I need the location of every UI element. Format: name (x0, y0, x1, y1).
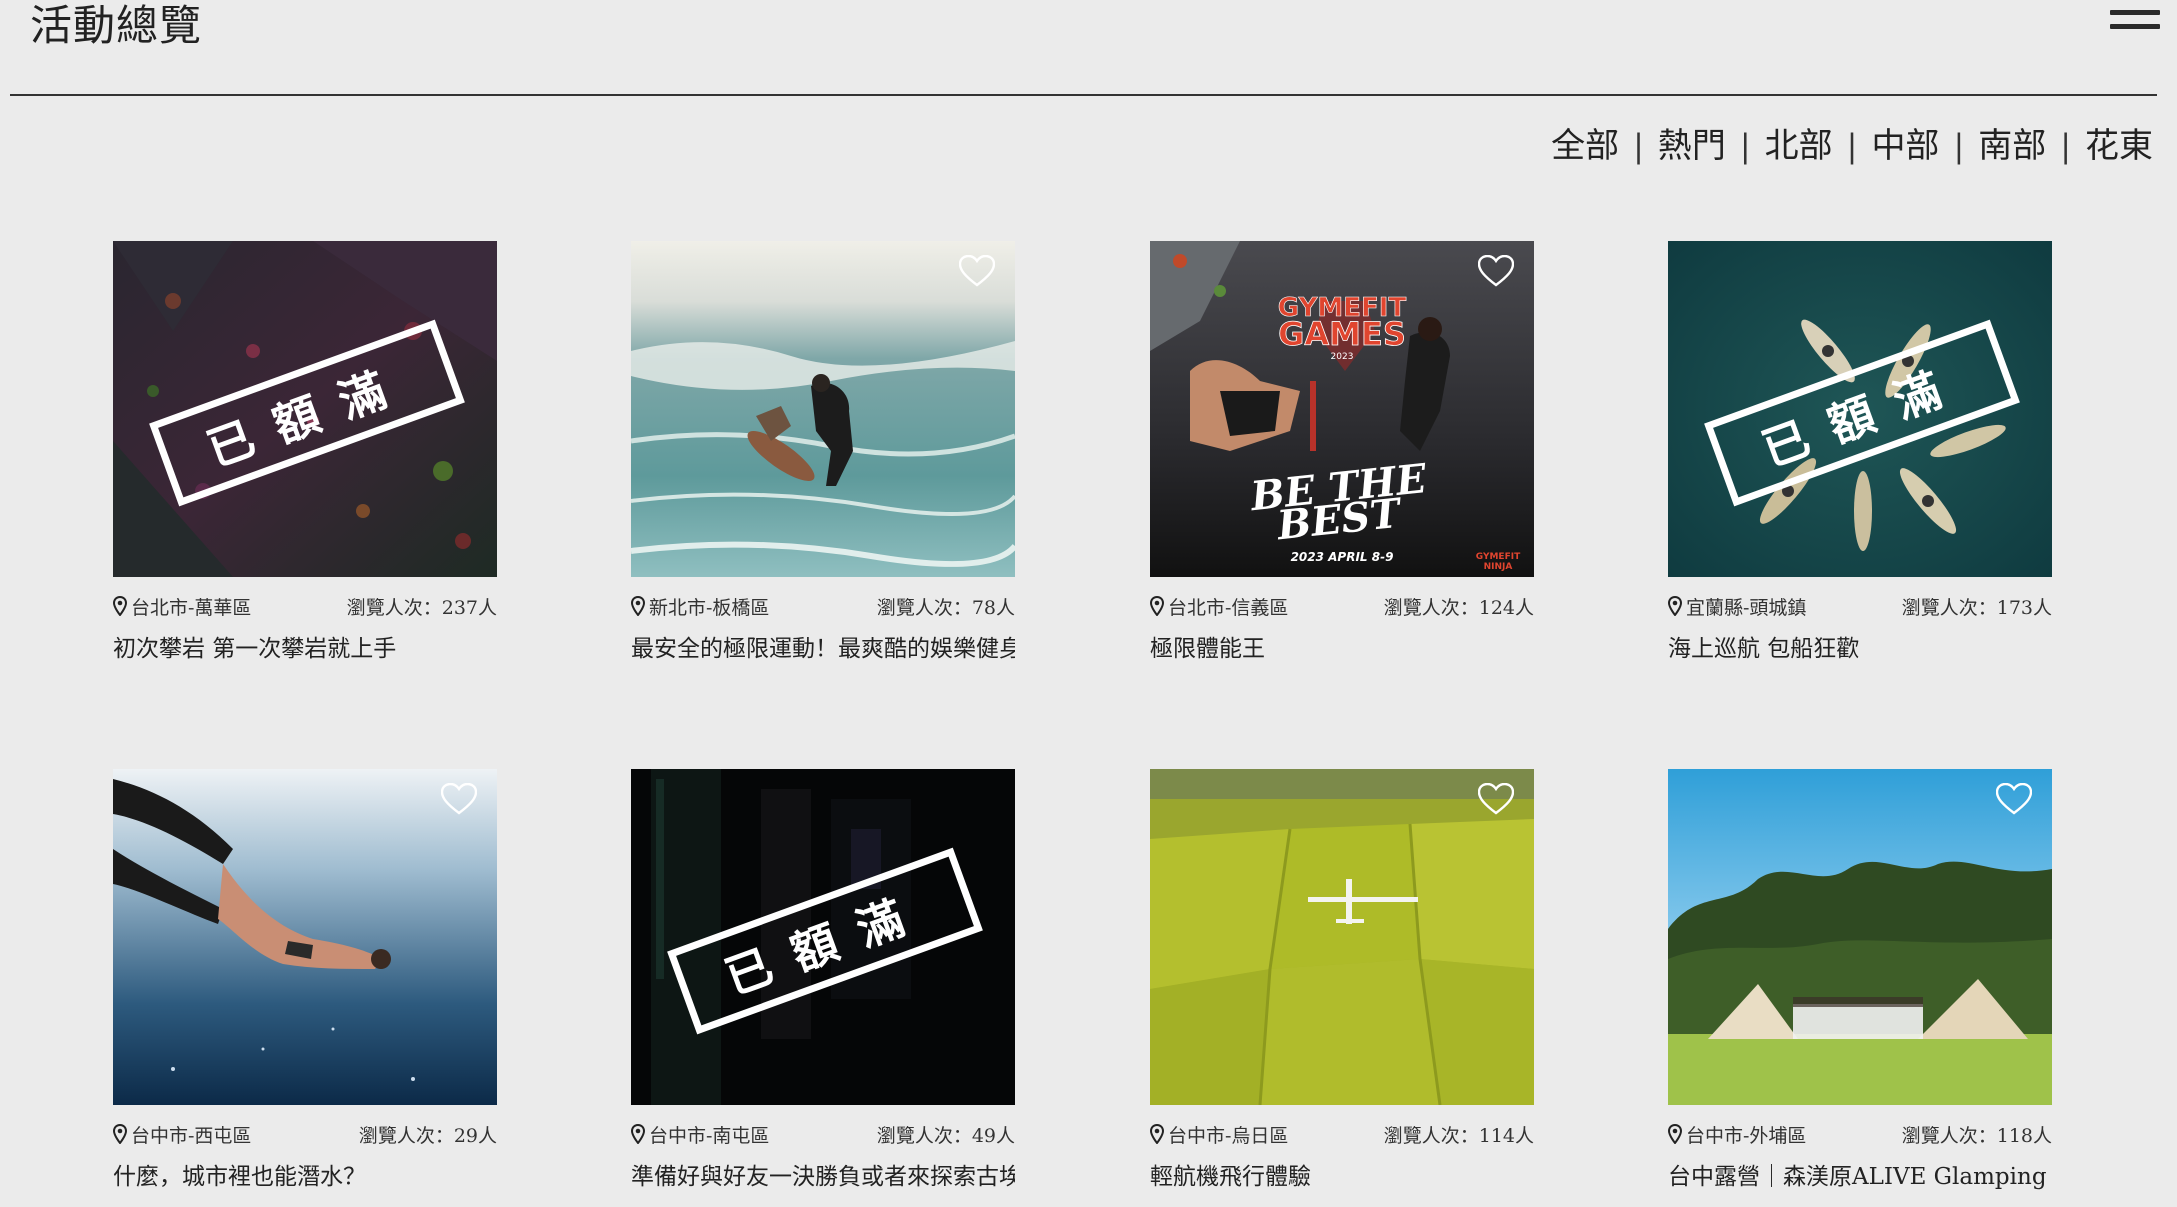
region-filter-nav: 全部 | 熱門 | 北部 | 中部 | 南部 | 花東 (1547, 122, 2157, 170)
filter-north[interactable]: 北部 (1761, 122, 1837, 170)
view-count: 瀏覽人次：114人 (1383, 1124, 1534, 1147)
activity-title[interactable]: 最安全的極限運動！最爽酷的娛樂健身 (631, 629, 1015, 663)
activity-card[interactable]: 台中市-西屯區 瀏覽人次：29人 什麼，城市裡也能潛水？ (113, 769, 497, 1191)
location: 宜蘭縣-頭城鎮 (1668, 593, 1806, 620)
filter-separator: | (1739, 127, 1751, 165)
favorite-heart-icon[interactable] (441, 783, 477, 815)
favorite-heart-icon[interactable] (959, 255, 995, 287)
menu-bar (2110, 24, 2160, 29)
location: 台北市-信義區 (1150, 593, 1288, 620)
activity-image[interactable] (113, 769, 497, 1105)
activity-image[interactable]: GYMEFIT GAMES 2023 BE THE BEST 2023 APRI… (1150, 241, 1534, 577)
map-pin-icon (1668, 596, 1682, 616)
view-count: 瀏覽人次：78人 (876, 596, 1015, 619)
activity-image[interactable] (631, 241, 1015, 577)
location-text: 台中市-西屯區 (131, 1124, 252, 1147)
view-count: 瀏覽人次：237人 (346, 596, 497, 619)
filter-separator: | (1633, 127, 1644, 165)
location: 台中市-烏日區 (1150, 1121, 1288, 1148)
favorite-heart-icon[interactable] (1478, 255, 1514, 287)
location-text: 台中市-南屯區 (649, 1124, 770, 1147)
filter-separator: | (1953, 127, 1965, 165)
activity-image[interactable] (1150, 769, 1534, 1105)
ultralight-plane-photo (1150, 769, 1534, 1105)
activity-card[interactable]: 已額滿 台北市-萬華區 瀏覽人次：237人 初次攀岩 第一次攀岩就上手 (113, 241, 497, 663)
filter-separator: | (1846, 127, 1858, 165)
location-text: 新北市-板橋區 (649, 596, 770, 619)
activity-image[interactable]: 已額滿 (113, 241, 497, 577)
location: 台中市-外埔區 (1668, 1121, 1806, 1148)
glamping-photo (1668, 769, 2052, 1105)
view-count: 瀏覽人次：118人 (1901, 1124, 2052, 1147)
view-count: 瀏覽人次：29人 (358, 1124, 497, 1147)
favorite-heart-icon[interactable] (1996, 783, 2032, 815)
map-pin-icon (631, 596, 645, 616)
menu-bar (2110, 10, 2160, 15)
poster-brand-line2: NINJA (1484, 562, 1513, 572)
location-text: 台中市-外埔區 (1686, 1124, 1807, 1147)
poster-logo-line2: GAMES (1278, 315, 1406, 353)
activity-title[interactable]: 準備好與好友一決勝負或者來探索古埃 (631, 1157, 1015, 1191)
map-pin-icon (1150, 596, 1164, 616)
activity-card[interactable]: GYMEFIT GAMES 2023 BE THE BEST 2023 APRI… (1150, 241, 1534, 663)
view-count: 瀏覽人次：173人 (1901, 596, 2052, 619)
poster-year: 2023 (1331, 352, 1354, 362)
filter-all[interactable]: 全部 (1547, 122, 1623, 170)
view-count: 瀏覽人次：124人 (1383, 596, 1534, 619)
map-pin-icon (1668, 1124, 1682, 1144)
location: 台北市-萬華區 (113, 593, 251, 620)
map-pin-icon (113, 596, 127, 616)
location: 台中市-西屯區 (113, 1121, 251, 1148)
location: 新北市-板橋區 (631, 593, 769, 620)
map-pin-icon (113, 1124, 127, 1144)
activity-title[interactable]: 極限體能王 (1150, 629, 1534, 663)
page-title: 活動總覽 (30, 1, 203, 50)
location-text: 台中市-烏日區 (1168, 1124, 1289, 1147)
activity-title[interactable]: 台中露營｜森渼原ALIVE Glamping B (1668, 1157, 2052, 1191)
filter-popular[interactable]: 熱門 (1654, 122, 1730, 170)
activity-title[interactable]: 海上巡航 包船狂歡 (1668, 629, 2052, 663)
favorite-heart-icon[interactable] (1478, 783, 1514, 815)
activity-image[interactable]: 已額滿 (1668, 241, 2052, 577)
location-text: 台北市-信義區 (1168, 596, 1289, 619)
filter-south[interactable]: 南部 (1974, 122, 2050, 170)
map-pin-icon (1150, 1124, 1164, 1144)
activity-card[interactable]: 新北市-板橋區 瀏覽人次：78人 最安全的極限運動！最爽酷的娛樂健身 (631, 241, 1015, 663)
location: 台中市-南屯區 (631, 1121, 769, 1148)
activity-title[interactable]: 什麼，城市裡也能潛水？ (113, 1157, 497, 1191)
view-count: 瀏覽人次：49人 (876, 1124, 1015, 1147)
poster-brand-line1: GYMEFIT (1476, 552, 1521, 562)
activity-image[interactable]: 已額滿 (631, 769, 1015, 1105)
poster-date: 2023 APRIL 8-9 (1291, 550, 1394, 564)
header-divider (10, 94, 2157, 96)
activity-card[interactable]: 已額滿 台中市-南屯區 瀏覽人次：49人 準備好與好友一決勝負或者來探索古埃 (631, 769, 1015, 1191)
hamburger-menu-icon[interactable] (2110, 10, 2160, 42)
activity-title[interactable]: 初次攀岩 第一次攀岩就上手 (113, 629, 497, 663)
freediver-photo (113, 769, 497, 1105)
activity-card[interactable]: 已額滿 宜蘭縣-頭城鎮 瀏覽人次：173人 海上巡航 包船狂歡 (1668, 241, 2052, 663)
map-pin-icon (631, 1124, 645, 1144)
filter-separator: | (2060, 127, 2071, 165)
filter-central[interactable]: 中部 (1867, 122, 1943, 170)
surfing-photo (631, 241, 1015, 577)
location-text: 宜蘭縣-頭城鎮 (1686, 596, 1807, 619)
activity-image[interactable] (1668, 769, 2052, 1105)
activity-title[interactable]: 輕航機飛行體驗 (1150, 1157, 1534, 1191)
filter-east[interactable]: 花東 (2081, 122, 2157, 170)
activity-card[interactable]: 台中市-烏日區 瀏覽人次：114人 輕航機飛行體驗 (1150, 769, 1534, 1191)
location-text: 台北市-萬華區 (131, 596, 252, 619)
activity-card[interactable]: 台中市-外埔區 瀏覽人次：118人 台中露營｜森渼原ALIVE Glamping… (1668, 769, 2052, 1191)
gymefit-games-poster: GYMEFIT GAMES 2023 BE THE BEST 2023 APRI… (1150, 241, 1534, 577)
